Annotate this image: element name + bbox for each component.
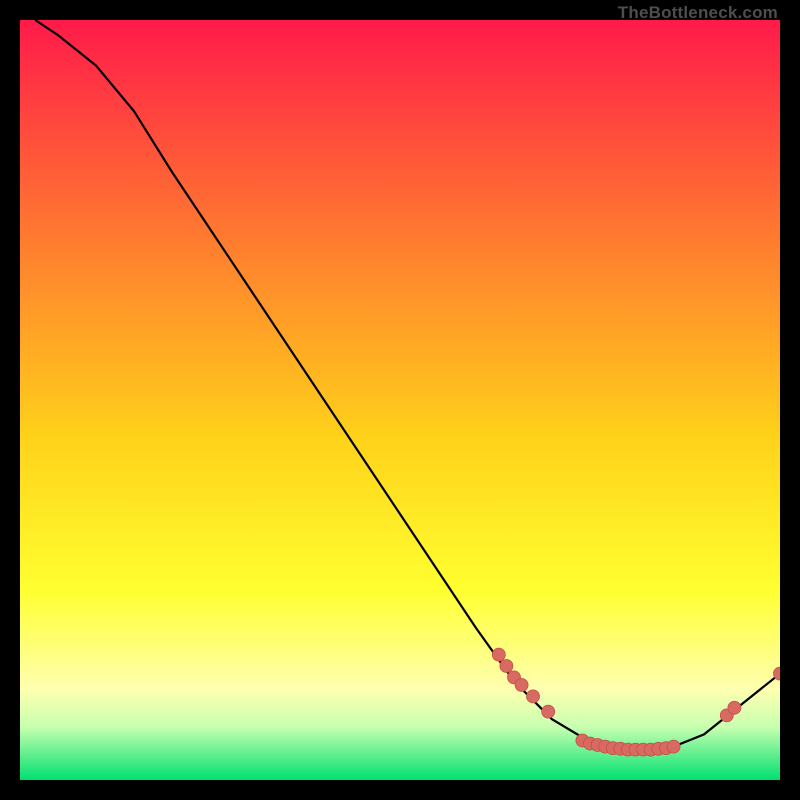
chart-svg (20, 20, 780, 780)
watermark-text: TheBottleneck.com (618, 3, 778, 23)
data-marker (728, 701, 741, 714)
data-marker (667, 740, 680, 753)
chart-frame (20, 20, 780, 780)
data-marker (492, 648, 505, 661)
data-marker (500, 660, 513, 673)
data-marker (515, 679, 528, 692)
gradient-rect (20, 20, 780, 780)
data-marker (542, 705, 555, 718)
plot-area (20, 20, 780, 780)
data-marker (527, 690, 540, 703)
